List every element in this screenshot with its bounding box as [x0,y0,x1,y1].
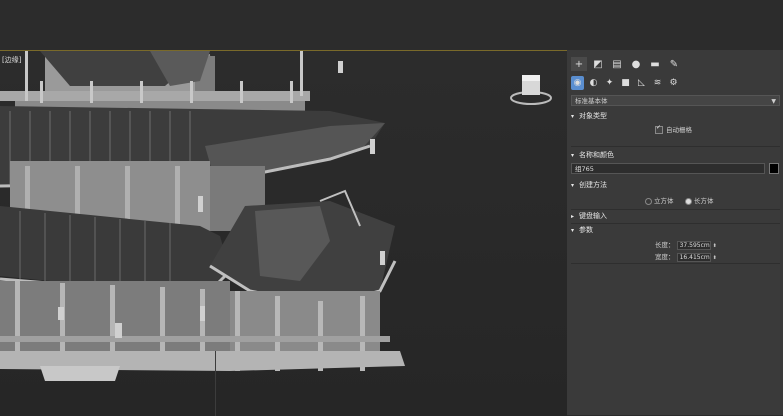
top-toolbar-area [0,0,783,50]
category-value: 标准基本体 [575,97,608,105]
hierarchy-tab-icon[interactable]: ▤ [609,57,625,71]
object-name-input[interactable]: 组765 [571,163,765,174]
name-color-rollout[interactable]: ▾ 名称和颜色 [571,150,780,161]
building-model [0,51,405,381]
object-type-rollout[interactable]: ▾ 对象类型 [571,111,780,122]
object-color-swatch[interactable] [769,163,779,174]
create-tab-icon[interactable]: + [571,57,587,71]
command-panel-tabs: + ◩ ▤ ● ▬ ✎ [571,57,682,71]
create-category-tabs: ◉ ◐ ✦ ■ ◺ ≋ ⚙ [571,76,680,90]
width-label: 宽度： [655,253,675,261]
divider [571,146,780,147]
width-row: 宽度： 16.415cm ⬍ [655,251,717,262]
chevron-down-icon: ▼ [771,98,776,105]
length-input[interactable]: 37.595cm [676,240,711,250]
spinner-icon[interactable]: ⬍ [713,243,717,249]
category-dropdown[interactable]: 标准基本体 ▼ [571,95,780,106]
parameters-rollout[interactable]: ▾ 参数 [571,225,780,236]
length-row: 长度： 37.595cm ⬍ [655,239,717,250]
spinner-icon[interactable]: ⬍ [713,255,717,261]
grid-line [215,351,216,416]
command-panel: + ◩ ▤ ● ▬ ✎ ◉ ◐ ✦ ■ ◺ ≋ ⚙ 标准基本体 ▼ ▾ 对象类型 … [567,50,783,415]
checkbox-icon [655,124,663,134]
shapes-icon[interactable]: ◐ [587,76,600,90]
motion-tab-icon[interactable]: ● [628,57,644,71]
keyboard-entry-rollout[interactable]: ▸ 键盘输入 [571,211,780,222]
radio-icon [685,197,692,205]
lights-icon[interactable]: ✦ [603,76,616,90]
perspective-viewport[interactable]: [边缘] [0,50,567,416]
rollout-caret-icon: ▸ [571,213,575,220]
helpers-icon[interactable]: ◺ [635,76,648,90]
rollout-caret-icon: ▾ [571,152,575,159]
box-radio[interactable]: 长方体 [685,195,714,205]
divider [571,209,780,210]
creation-method-rollout[interactable]: ▾ 创建方法 [571,180,780,191]
rollout-caret-icon: ▾ [571,182,575,189]
cube-radio[interactable]: 立方体 [645,195,674,205]
divider [571,223,780,224]
geometry-icon[interactable]: ◉ [571,76,584,90]
utilities-tab-icon[interactable]: ✎ [666,57,682,71]
viewport-label[interactable]: [边缘] [2,55,21,65]
spacewarps-icon[interactable]: ≋ [651,76,664,90]
cameras-icon[interactable]: ■ [619,76,632,90]
modify-tab-icon[interactable]: ◩ [590,57,606,71]
systems-icon[interactable]: ⚙ [667,76,680,90]
autogrid-checkbox[interactable]: 自动栅格 [655,124,692,134]
divider [571,263,780,264]
viewcube-icon[interactable] [508,71,554,107]
radio-icon [645,197,652,205]
length-label: 长度： [655,241,675,249]
width-input[interactable]: 16.415cm [676,252,711,262]
rollout-caret-icon: ▾ [571,227,575,234]
rollout-caret-icon: ▾ [571,113,575,120]
display-tab-icon[interactable]: ▬ [647,57,663,71]
